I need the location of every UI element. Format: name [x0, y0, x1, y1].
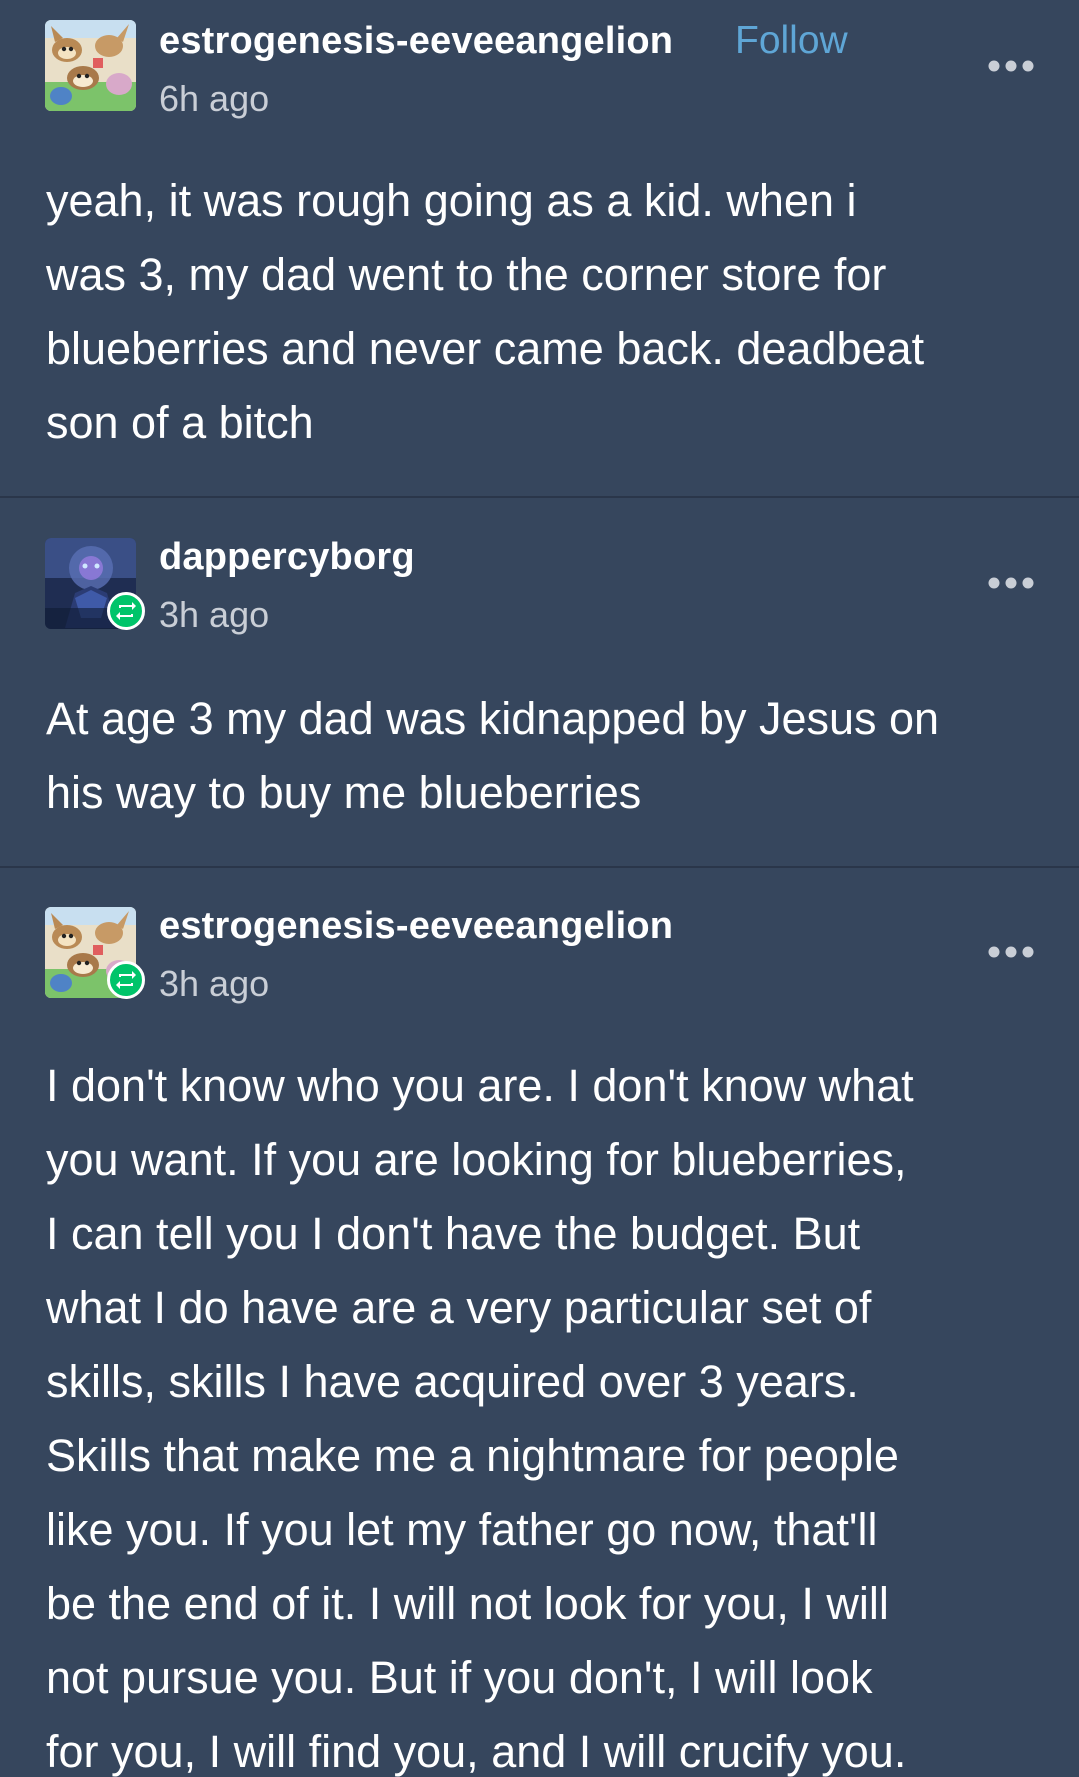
post-2: dappercyborg 3h ago At age 3 my dad was … [0, 498, 1079, 866]
post-3: estrogenesis-eeveeangelion 3h ago I don'… [0, 868, 1079, 1777]
post-body: At age 3 my dad was kidnapped by Jesus o… [46, 682, 1036, 830]
post-body-line: yeah, it was rough going as a kid. when … [46, 175, 857, 226]
reblog-badge [107, 961, 145, 999]
more-options-icon[interactable] [986, 575, 1036, 591]
post-body-line: son of a bitch [46, 397, 314, 448]
post-body-line: At age 3 my dad was kidnapped by Jesus o… [46, 693, 940, 744]
post-username[interactable]: dappercyborg [159, 536, 415, 579]
post-body-line: not pursue you. But if you don't, I will… [46, 1652, 873, 1703]
post-body-line: for you, I will find you, and I will cru… [46, 1726, 907, 1777]
more-options-icon[interactable] [986, 58, 1036, 74]
post-body-line: his way to buy me blueberries [46, 767, 642, 818]
reblog-icon [116, 971, 136, 989]
more-options-icon[interactable] [986, 944, 1036, 960]
post-1: estrogenesis-eeveeangelion Follow 6h ago… [0, 0, 1079, 496]
post-timestamp: 3h ago [159, 594, 270, 635]
post-body-line: you want. If you are looking for blueber… [46, 1134, 907, 1185]
post-body-line: what I do have are a very particular set… [46, 1282, 872, 1333]
post-body-line: skills, skills I have acquired over 3 ye… [46, 1356, 859, 1407]
post-username[interactable]: estrogenesis-eeveeangelion [159, 20, 673, 63]
follow-button[interactable]: Follow [735, 19, 848, 63]
reblog-badge [107, 592, 145, 630]
post-body-line: blueberries and never came back. deadbea… [46, 323, 925, 374]
post-body-line: be the end of it. I will not look for yo… [46, 1578, 889, 1629]
post-username[interactable]: estrogenesis-eeveeangelion [159, 905, 673, 948]
post-timestamp: 3h ago [159, 963, 270, 1004]
post-body-line: I don't know who you are. I don't know w… [46, 1060, 914, 1111]
post-body: I don't know who you are. I don't know w… [46, 1049, 1036, 1777]
post-body-line: I can tell you I don't have the budget. … [46, 1208, 861, 1259]
post-body-line: like you. If you let my father go now, t… [46, 1504, 878, 1555]
reblog-icon [116, 602, 136, 620]
post-body-line: was 3, my dad went to the corner store f… [46, 249, 887, 300]
eevee-collage-avatar-icon [45, 20, 136, 111]
post-body-line: Skills that make me a nightmare for peop… [46, 1430, 899, 1481]
post-timestamp: 6h ago [159, 78, 270, 119]
post-body: yeah, it was rough going as a kid. when … [46, 164, 1036, 460]
avatar-estrogenesis-eeveeangelion[interactable] [45, 20, 136, 111]
